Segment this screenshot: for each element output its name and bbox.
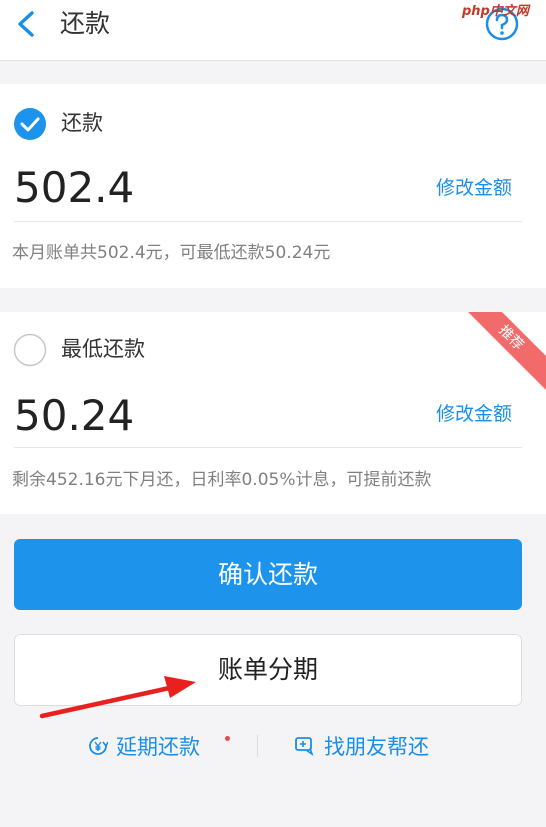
notification-dot: [225, 736, 230, 741]
nav-header: 还款 php中文网: [0, 0, 546, 61]
extend-payment-link[interactable]: 延期还款: [88, 731, 200, 761]
full-payment-amount: 502.4: [14, 163, 135, 212]
recommend-badge: 推荐: [456, 312, 546, 393]
minimum-payment-label: 最低还款: [61, 337, 145, 361]
back-arrow-icon[interactable]: [12, 8, 40, 40]
minimum-payment-card[interactable]: 推荐 最低还款 50.24 修改金额 剩余452.16元下月还，日利率0.05%…: [0, 312, 546, 514]
minimum-payment-amount: 50.24: [14, 391, 135, 440]
divider: [14, 447, 522, 448]
full-payment-label: 还款: [61, 111, 103, 135]
confirm-payment-button[interactable]: 确认还款: [14, 539, 522, 610]
watermark-text: php中文网: [462, 4, 529, 19]
friend-help-label: 找朋友帮还: [324, 735, 429, 759]
link-divider: [257, 735, 258, 757]
page-title: 还款: [60, 9, 111, 38]
extend-payment-label: 延期还款: [116, 735, 200, 759]
friend-help-link[interactable]: 找朋友帮还: [294, 731, 429, 761]
full-payment-card[interactable]: 还款 502.4 修改金额 本月账单共502.4元，可最低还款50.24元: [0, 84, 546, 288]
full-payment-note: 本月账单共502.4元，可最低还款50.24元: [12, 243, 331, 263]
edit-amount-link[interactable]: 修改金额: [436, 175, 512, 201]
divider: [14, 221, 522, 222]
minimum-payment-note: 剩余452.16元下月还，日利率0.05%计息，可提前还款: [12, 470, 432, 490]
chat-bubble-icon: [295, 737, 314, 756]
unchecked-radio-icon[interactable]: [13, 333, 47, 367]
yen-clock-icon: [89, 737, 108, 755]
checked-radio-icon[interactable]: [13, 107, 47, 141]
red-arrow-icon: [39, 676, 196, 719]
edit-amount-link[interactable]: 修改金额: [436, 401, 512, 427]
